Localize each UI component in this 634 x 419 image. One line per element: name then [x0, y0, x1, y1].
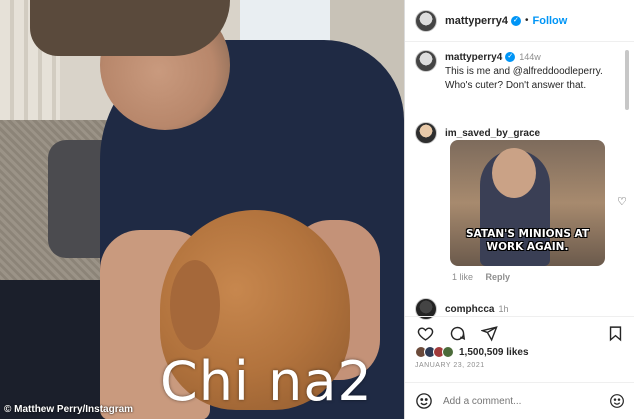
caption-username[interactable]: mattyperry4 — [445, 52, 502, 63]
action-bar — [405, 316, 634, 350]
emoji-icon[interactable] — [415, 392, 433, 410]
photo-person-hair — [30, 0, 230, 56]
heart-icon[interactable] — [415, 324, 435, 344]
comment-icon[interactable] — [447, 324, 467, 344]
reply-button[interactable]: Reply — [486, 272, 511, 282]
comment-item: im_saved_by_grace SATAN'S MINIONS AT WOR… — [415, 122, 627, 282]
post-date: JANUARY 23, 2021 — [415, 362, 485, 369]
emoji-picker-icon[interactable] — [609, 393, 625, 409]
author-username[interactable]: mattyperry4 — [445, 15, 508, 27]
likes-count[interactable]: 1,500,509 likes — [459, 347, 529, 358]
meme-face — [492, 148, 536, 198]
caption-avatar[interactable] — [415, 50, 437, 72]
scrollbar-thumb[interactable] — [625, 50, 629, 110]
post-header: mattyperry4 ✓ • Follow — [405, 0, 634, 42]
caption-time: 144w — [519, 52, 541, 62]
post-panel: mattyperry4 ✓ • Follow mattyperry4 ✓ 144w … — [404, 0, 634, 419]
meme-caption: SATAN'S MINIONS AT WORK AGAIN. — [465, 228, 590, 253]
verified-badge-icon: ✓ — [510, 15, 521, 26]
post-caption: mattyperry4 ✓ 144w This is me and @alfredd… — [415, 50, 625, 93]
commenter-username[interactable]: im_saved_by_grace — [445, 128, 540, 139]
watermark: Chi na2 — [160, 350, 373, 413]
add-comment-row — [405, 382, 634, 419]
header-separator: • — [524, 15, 529, 26]
liker-avatars — [415, 346, 454, 358]
follow-button[interactable]: Follow — [533, 15, 568, 27]
add-comment-input[interactable] — [443, 395, 609, 407]
photo-credit: © Matthew Perry/Instagram — [4, 404, 134, 415]
caption-text: This is me and @alfreddoodleperry. Who's… — [445, 66, 603, 91]
verified-badge-icon: ✓ — [505, 52, 516, 63]
likes-summary[interactable]: 1,500,509 likes — [415, 346, 529, 358]
photo-dog-ear — [170, 260, 220, 350]
comment-meta: 1 like Reply — [452, 272, 520, 282]
liker-avatar — [442, 346, 454, 358]
commenter-username[interactable]: comphcca — [445, 304, 494, 315]
commenter-avatar[interactable] — [415, 122, 437, 144]
comment-likes[interactable]: 1 like — [452, 272, 473, 282]
comment-time: 1h — [498, 304, 509, 314]
author-avatar[interactable] — [415, 9, 437, 32]
post-photo: © Matthew Perry/Instagram Chi na2 — [0, 0, 404, 419]
bookmark-icon[interactable] — [605, 324, 625, 344]
share-icon[interactable] — [479, 324, 499, 344]
comments-scrollbar[interactable] — [624, 50, 630, 330]
comment-meme-image: SATAN'S MINIONS AT WORK AGAIN. — [450, 140, 605, 266]
